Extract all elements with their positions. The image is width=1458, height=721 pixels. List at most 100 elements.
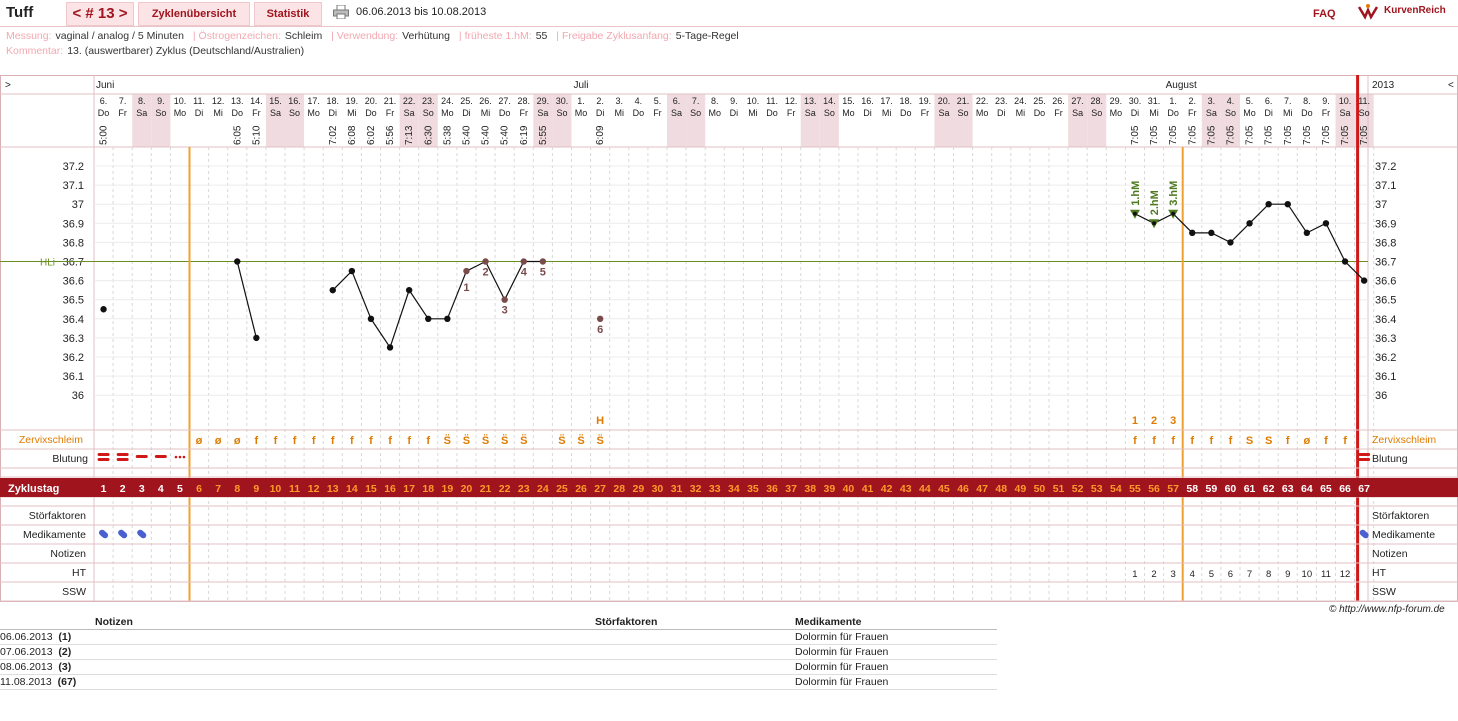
zervix-value: f — [274, 435, 278, 447]
temperature-point — [596, 315, 604, 322]
date-label: 12. — [212, 96, 225, 106]
measure-time-label: 7:05 — [1187, 125, 1198, 145]
temperature-point — [1303, 229, 1311, 237]
ht-value: 5 — [1209, 569, 1214, 580]
measure-time-label: 5:56 — [385, 125, 396, 145]
y-tick-label-right: 36.9 — [1375, 218, 1396, 230]
zervix-value: ø — [234, 435, 241, 447]
bleeding-medium-mark — [154, 455, 167, 458]
cycle-day-number: 27 — [594, 483, 606, 495]
cycle-day-number: 16 — [384, 483, 396, 495]
bleeding-heavy-mark — [116, 453, 129, 456]
note-day: (1) — [58, 631, 72, 643]
notizen-row-label: Notizen — [50, 548, 86, 560]
date-label: 12. — [785, 96, 798, 106]
peak-marker: 2 — [1151, 415, 1157, 427]
ssw-row-label: SSW — [62, 586, 86, 598]
weekday-label: So — [824, 108, 835, 118]
cycle-day-number: 14 — [346, 483, 358, 495]
zervix-value: S̈ — [444, 434, 451, 447]
zervix-value: S̈ — [520, 434, 527, 447]
medikamente-row-label: Medikamente — [23, 529, 86, 541]
note-day: (3) — [58, 661, 72, 673]
zervix-value: S̈ — [596, 434, 603, 447]
weekday-label: So — [556, 108, 567, 118]
cycle-day-number: 60 — [1225, 483, 1237, 495]
cycle-day-number: 32 — [690, 483, 702, 495]
y-tick-label: 37.2 — [63, 161, 84, 173]
nav-left-button[interactable]: > — [5, 80, 11, 91]
cycle-day-number: 51 — [1053, 483, 1065, 495]
temperature-point — [348, 267, 356, 275]
cycle-day-number: 50 — [1034, 483, 1046, 495]
cycle-day-number: 15 — [365, 483, 377, 495]
low-measurement-label: 2 — [482, 267, 488, 279]
date-label: 14. — [250, 96, 263, 106]
date-label: 1. — [577, 96, 585, 106]
measure-time-label: 7:05 — [1168, 125, 1179, 145]
weekday-label: So — [1091, 108, 1102, 118]
date-label: 15. — [269, 96, 282, 106]
cycle-day-number: 10 — [270, 483, 282, 495]
temperature-point — [405, 286, 413, 294]
weekday-label: So — [423, 108, 434, 118]
date-label: 9. — [1322, 96, 1330, 106]
measure-time-label: 7:05 — [1302, 125, 1313, 145]
weekday-label: Sa — [404, 108, 415, 118]
cycle-day-number: 26 — [575, 483, 587, 495]
temperature-point — [367, 315, 375, 322]
weekday-label: Mi — [615, 108, 625, 118]
cycle-day-number: 8 — [234, 483, 240, 495]
y-tick-label: 36.9 — [63, 218, 84, 230]
temperature-point — [100, 306, 107, 313]
chart-frame — [0, 75, 1458, 602]
ht-value: 2 — [1151, 569, 1156, 580]
zervix-value: f — [1324, 435, 1328, 447]
weekday-label: Di — [997, 108, 1006, 118]
weekday-label: Fr — [520, 108, 529, 118]
note-date: 07.06.2013 — [0, 646, 53, 658]
nav-right-button[interactable]: < — [1448, 80, 1454, 91]
pill-icon — [99, 529, 109, 539]
zervix-value: S — [1265, 435, 1272, 447]
y-tick-label: 36.8 — [63, 237, 84, 249]
weekday-label: Mi — [347, 108, 357, 118]
cycle-chart: Juni Juli August 2013> <6.Do5:007.Fr8.Sa9.So… — [0, 75, 1458, 602]
cycle-day-number: 35 — [747, 483, 759, 495]
measure-time-label: 7:05 — [1245, 125, 1256, 145]
temperature-point — [425, 315, 432, 322]
cycle-day-number: 22 — [499, 483, 511, 495]
temperature-point — [1152, 221, 1157, 226]
weekday-label: Do — [1034, 108, 1046, 118]
cycle-day-number: 19 — [442, 483, 454, 495]
notes-row: 07.06.2013 (2) Dolormin für Frauen — [0, 644, 997, 660]
measure-time-label: 7:05 — [1283, 125, 1294, 145]
ht-value: 11 — [1321, 569, 1331, 580]
month-label: August — [1166, 80, 1197, 91]
weekday-label: Sa — [1340, 108, 1351, 118]
weekday-label: Fr — [252, 108, 261, 118]
date-label: 24. — [1014, 96, 1027, 106]
measure-time-label: 5:40 — [500, 125, 511, 145]
date-label: 27. — [498, 96, 511, 106]
blutung-row-label-right: Blutung — [1372, 453, 1408, 465]
cycle-day-number: 61 — [1244, 483, 1256, 495]
measure-time-label: 7:13 — [404, 125, 415, 145]
weekday-label: Fr — [386, 108, 395, 118]
weekday-label: Fr — [118, 108, 127, 118]
date-label: 19. — [346, 96, 359, 106]
weekday-label: Mi — [1283, 108, 1293, 118]
date-label: 6. — [1265, 96, 1273, 106]
date-label: 1. — [1169, 96, 1177, 106]
date-label: 3. — [615, 96, 623, 106]
cycle-day-number: 29 — [633, 483, 645, 495]
weekday-label: Fr — [653, 108, 662, 118]
zervix-value: f — [388, 435, 392, 447]
y-tick-label-right: 36.2 — [1375, 352, 1396, 364]
weekday-label: Mo — [174, 108, 187, 118]
measure-time-label: 7:05 — [1359, 125, 1370, 145]
zervix-value: f — [350, 435, 354, 447]
notes-header-stoerfaktoren: Störfaktoren — [595, 615, 795, 630]
weekday-label: Sa — [270, 108, 281, 118]
measure-time-label: 6:30 — [423, 125, 434, 145]
